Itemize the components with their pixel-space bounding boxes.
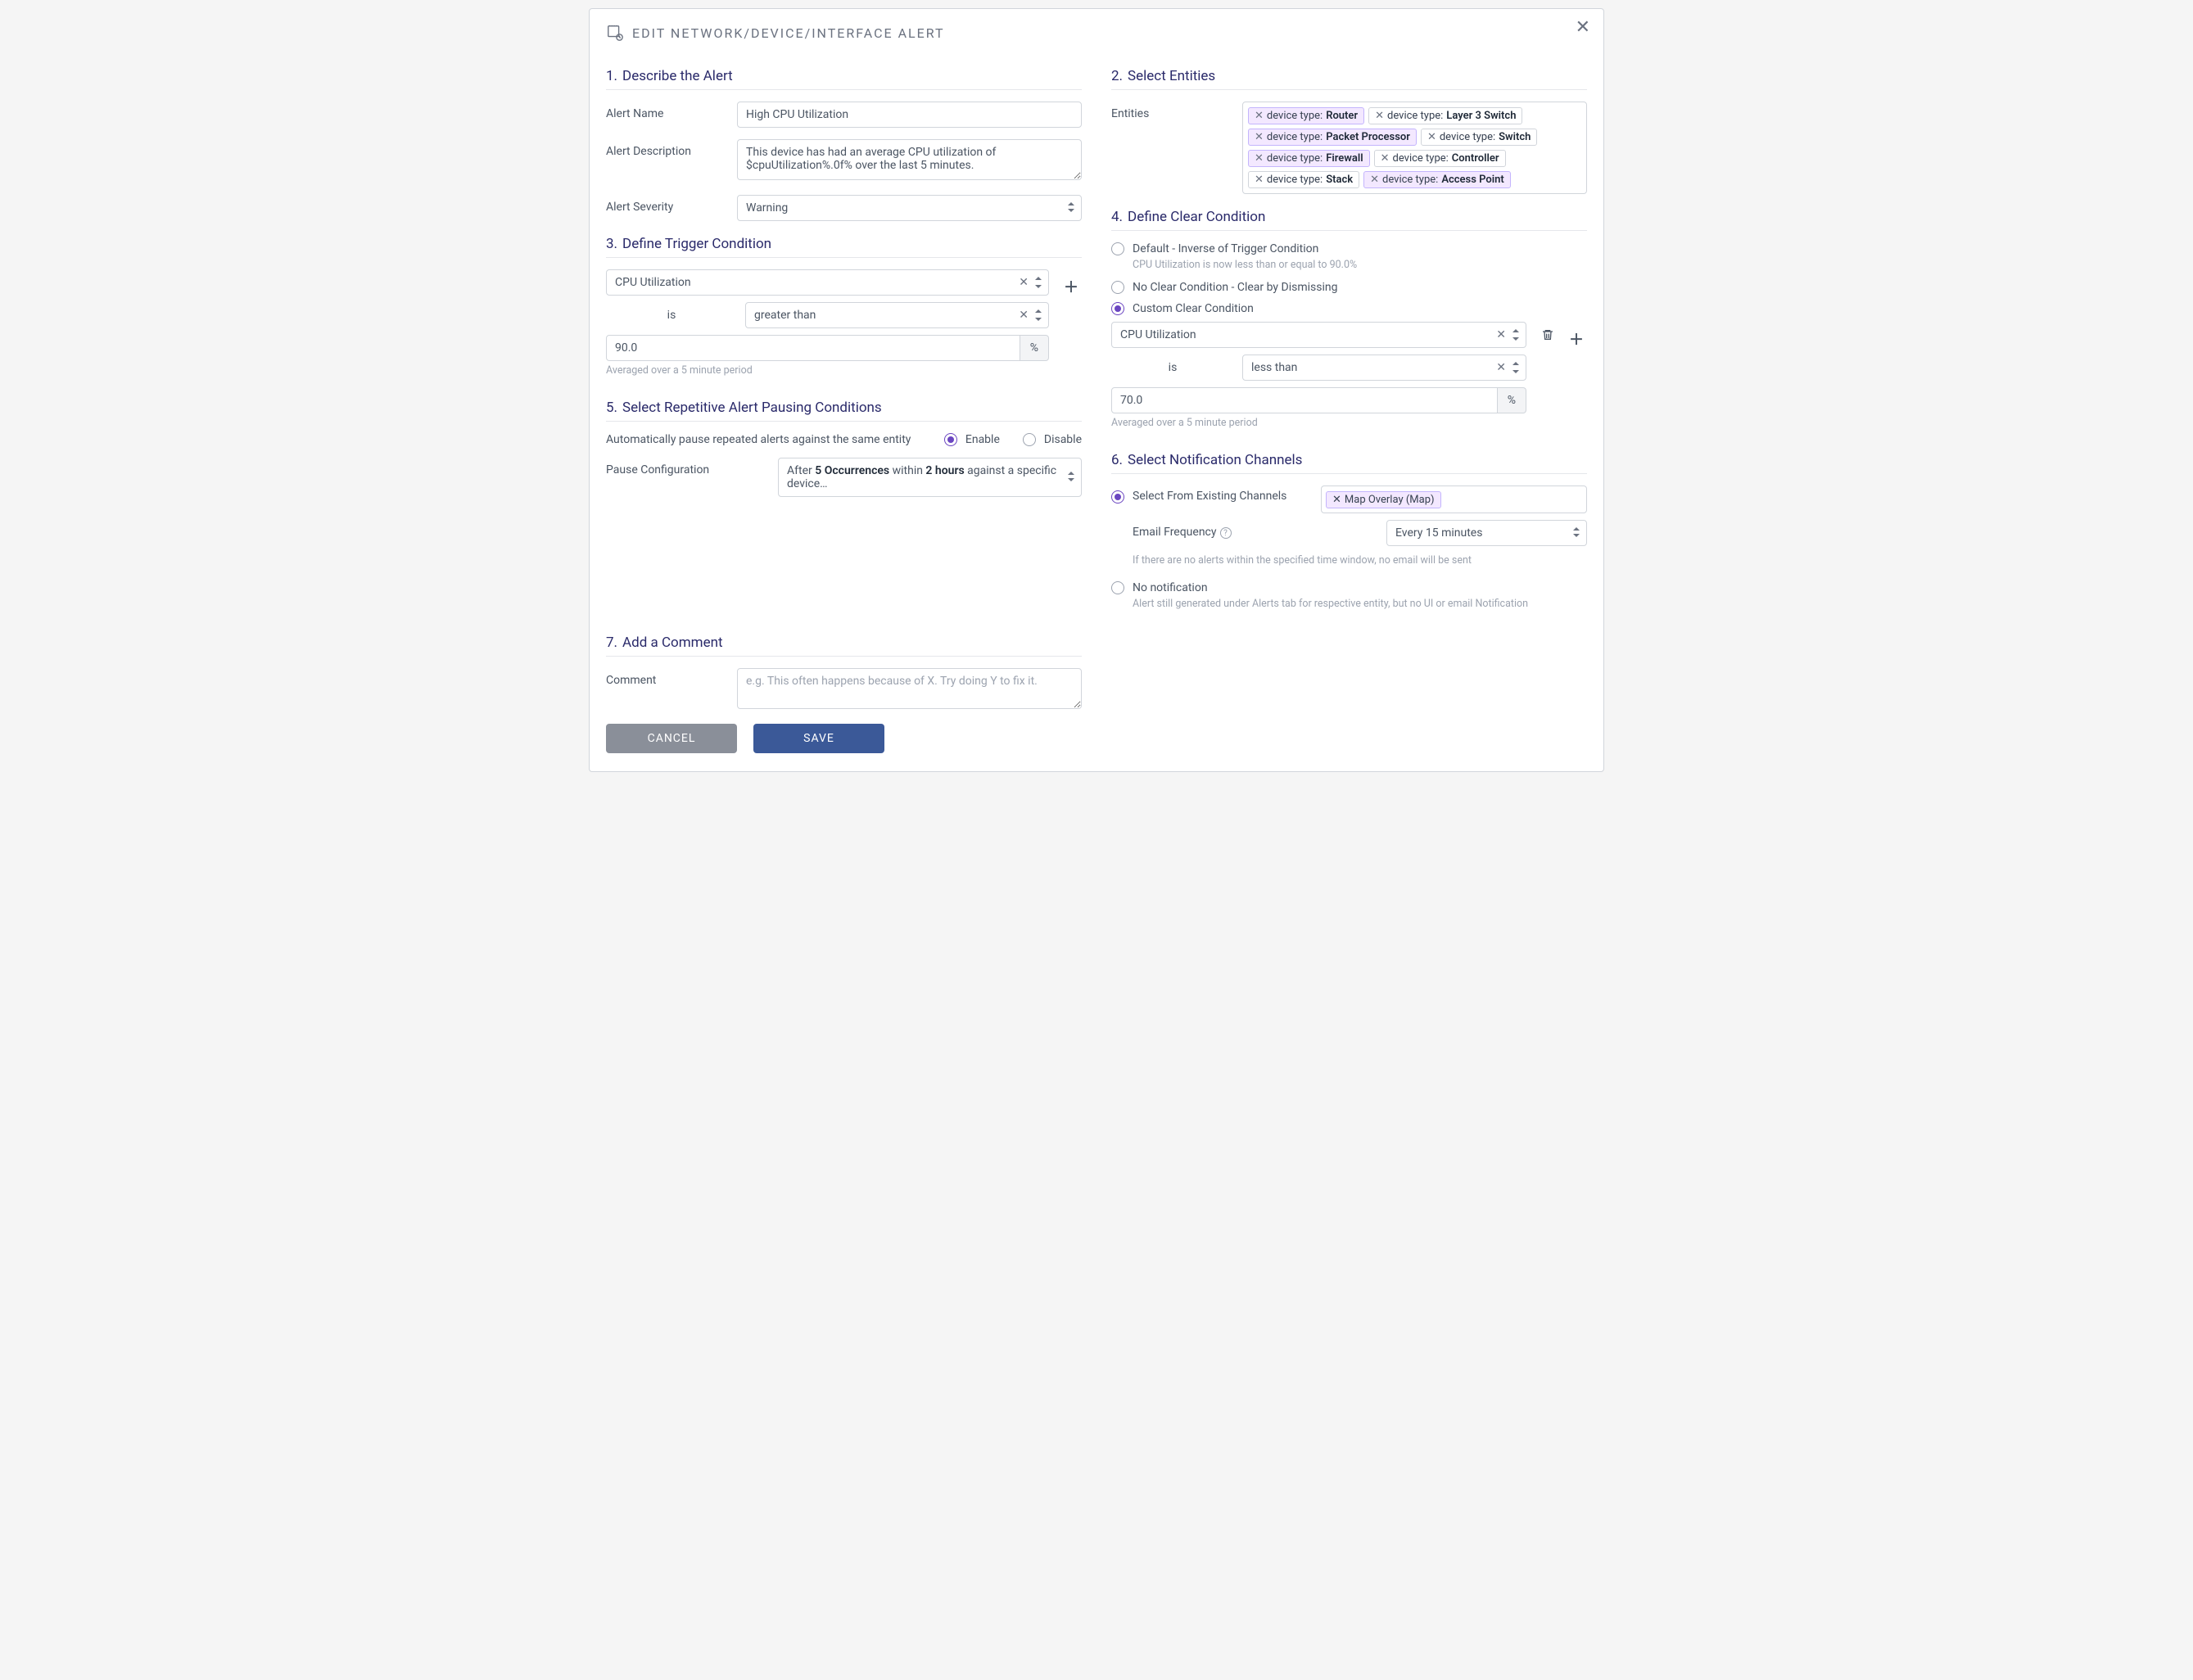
- trigger-value-input[interactable]: [606, 335, 1020, 361]
- clear-icon[interactable]: ✕: [1496, 361, 1506, 374]
- disable-radio[interactable]: [1023, 433, 1036, 446]
- modal-header: EDIT NETWORK/DEVICE/INTERFACE ALERT: [606, 24, 1587, 42]
- entity-tag[interactable]: ✕ device type: Access Point: [1363, 171, 1511, 188]
- comment-input[interactable]: [737, 668, 1082, 709]
- comment-label: Comment: [606, 668, 729, 687]
- entity-tag[interactable]: ✕ device type: Controller: [1374, 150, 1506, 167]
- save-button[interactable]: SAVE: [753, 724, 884, 753]
- clear-none-radio[interactable]: [1111, 281, 1124, 294]
- clear-unit: %: [1498, 387, 1526, 413]
- close-icon[interactable]: ✕: [1576, 19, 1590, 37]
- email-frequency-label: Email Frequency?: [1133, 520, 1378, 539]
- cancel-button[interactable]: CANCEL: [606, 724, 737, 753]
- remove-tag-icon[interactable]: ✕: [1255, 131, 1264, 143]
- alert-description-label: Alert Description: [606, 139, 729, 158]
- section-4-title: 4.Define Clear Condition: [1111, 209, 1587, 231]
- auto-pause-label: Automatically pause repeated alerts agai…: [606, 433, 936, 446]
- remove-tag-icon[interactable]: ✕: [1255, 152, 1264, 165]
- entity-tag[interactable]: ✕ device type: Router: [1248, 107, 1364, 124]
- trigger-operator-select[interactable]: greater than ✕: [745, 302, 1049, 328]
- delete-condition-icon[interactable]: [1538, 327, 1558, 351]
- pause-config-select[interactable]: After 5 Occurrences within 2 hours again…: [778, 458, 1082, 497]
- enable-radio[interactable]: [944, 433, 957, 446]
- trigger-hint: Averaged over a 5 minute period: [606, 364, 1049, 377]
- remove-tag-icon[interactable]: ✕: [1427, 131, 1436, 143]
- clear-is-label: is: [1111, 361, 1234, 374]
- alert-name-input[interactable]: [737, 102, 1082, 128]
- edit-alert-modal: EDIT NETWORK/DEVICE/INTERFACE ALERT ✕ 1.…: [589, 8, 1604, 772]
- no-notification-radio[interactable]: [1111, 581, 1124, 594]
- section-7-title: 7.Add a Comment: [606, 635, 1082, 657]
- alert-description-input[interactable]: This device has had an average CPU utili…: [737, 139, 1082, 180]
- add-condition-icon[interactable]: ＋: [1566, 327, 1587, 351]
- entity-tag[interactable]: ✕ device type: Layer 3 Switch: [1368, 107, 1522, 124]
- channels-box[interactable]: ✕ Map Overlay (Map): [1321, 485, 1587, 513]
- entities-tags-box[interactable]: ✕ device type: Router✕ device type: Laye…: [1242, 102, 1587, 194]
- clear-metric-select[interactable]: CPU Utilization ✕: [1111, 322, 1526, 348]
- add-condition-icon[interactable]: ＋: [1060, 274, 1082, 299]
- clear-icon[interactable]: ✕: [1496, 328, 1506, 341]
- clear-default-hint: CPU Utilization is now less than or equa…: [1133, 259, 1587, 271]
- remove-tag-icon[interactable]: ✕: [1332, 494, 1341, 506]
- alert-config-icon: [606, 24, 624, 42]
- remove-tag-icon[interactable]: ✕: [1381, 152, 1390, 165]
- entities-label: Entities: [1111, 102, 1234, 120]
- section-5-title: 5.Select Repetitive Alert Pausing Condit…: [606, 400, 1082, 422]
- entity-tag[interactable]: ✕ device type: Packet Processor: [1248, 129, 1417, 146]
- modal-title: EDIT NETWORK/DEVICE/INTERFACE ALERT: [632, 25, 945, 41]
- existing-channels-radio[interactable]: [1111, 490, 1124, 504]
- email-frequency-select[interactable]: Every 15 minutes: [1386, 520, 1587, 546]
- clear-custom-radio[interactable]: [1111, 302, 1124, 315]
- trigger-unit: %: [1020, 335, 1049, 361]
- trigger-is-label: is: [606, 309, 737, 322]
- clear-icon[interactable]: ✕: [1019, 309, 1029, 322]
- pause-config-label: Pause Configuration: [606, 458, 770, 476]
- trigger-metric-select[interactable]: CPU Utilization ✕: [606, 269, 1049, 296]
- clear-hint: Averaged over a 5 minute period: [1111, 417, 1526, 429]
- clear-icon[interactable]: ✕: [1019, 276, 1029, 289]
- section-2-title: 2.Select Entities: [1111, 68, 1587, 90]
- clear-value-input[interactable]: [1111, 387, 1498, 413]
- alert-severity-label: Alert Severity: [606, 195, 729, 214]
- section-3-title: 3.Define Trigger Condition: [606, 236, 1082, 258]
- section-6-title: 6.Select Notification Channels: [1111, 452, 1587, 474]
- channel-tag[interactable]: ✕ Map Overlay (Map): [1326, 491, 1441, 508]
- clear-operator-select[interactable]: less than ✕: [1242, 355, 1526, 381]
- entity-tag[interactable]: ✕ device type: Firewall: [1248, 150, 1370, 167]
- help-icon[interactable]: ?: [1220, 527, 1232, 539]
- no-notification-hint: Alert still generated under Alerts tab f…: [1133, 598, 1587, 610]
- section-1-title: 1.Describe the Alert: [606, 68, 1082, 90]
- alert-name-label: Alert Name: [606, 102, 729, 120]
- entity-tag[interactable]: ✕ device type: Stack: [1248, 171, 1359, 188]
- remove-tag-icon[interactable]: ✕: [1255, 110, 1264, 122]
- alert-severity-select[interactable]: Warning: [737, 195, 1082, 221]
- entity-tag[interactable]: ✕ device type: Switch: [1421, 129, 1538, 146]
- remove-tag-icon[interactable]: ✕: [1375, 110, 1384, 122]
- clear-default-radio[interactable]: [1111, 242, 1124, 255]
- remove-tag-icon[interactable]: ✕: [1255, 174, 1264, 186]
- remove-tag-icon[interactable]: ✕: [1370, 174, 1379, 186]
- freq-hint: If there are no alerts within the specif…: [1133, 554, 1587, 567]
